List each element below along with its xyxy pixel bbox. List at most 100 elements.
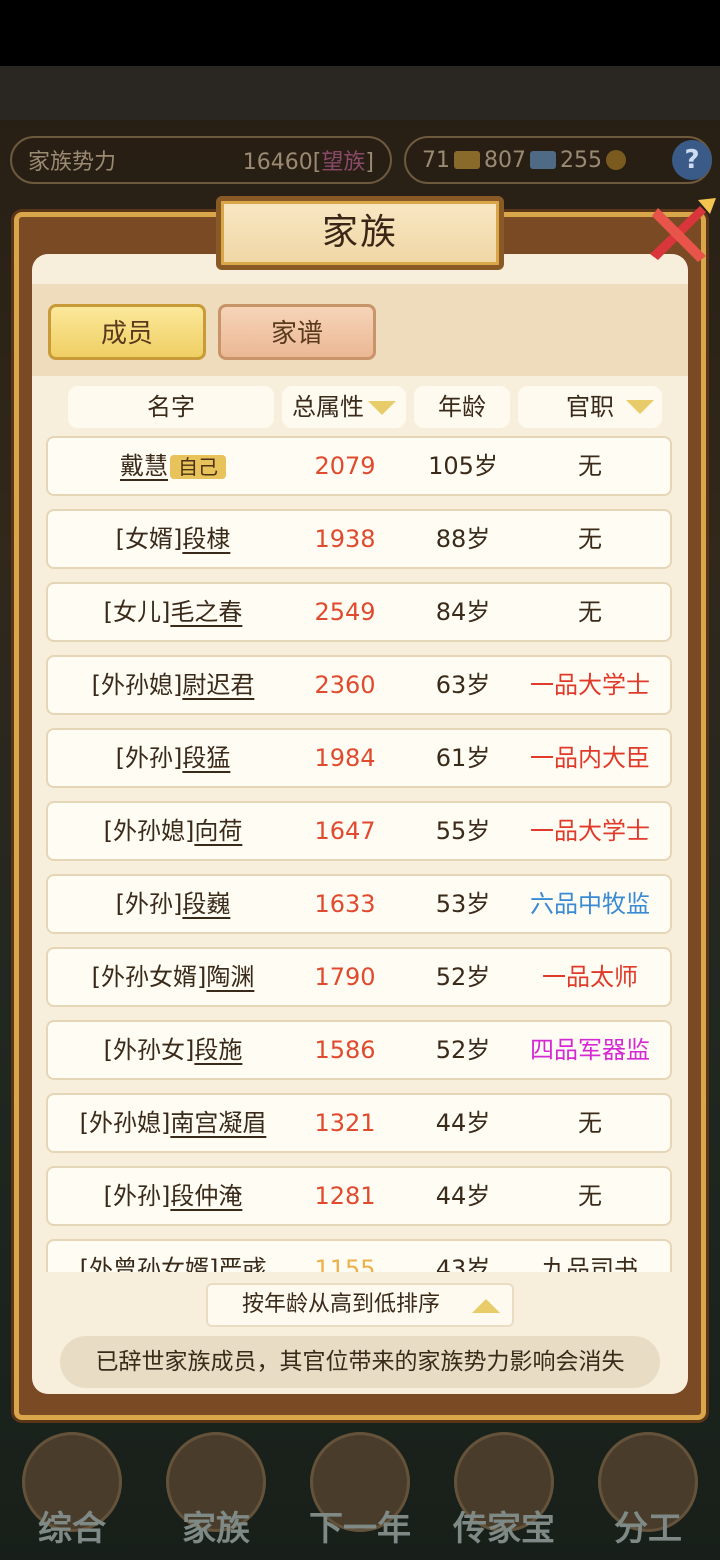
clan-power-value-group: 16460[望族] bbox=[243, 144, 374, 176]
gold-count: 71 bbox=[422, 147, 450, 173]
member-name-link[interactable]: 戴慧 bbox=[120, 452, 168, 480]
member-name-link[interactable]: 段仲淹 bbox=[170, 1182, 242, 1210]
member-total-attr: 1790 bbox=[314, 963, 376, 991]
app-top-bar bbox=[0, 66, 720, 120]
member-name-cell: [外孙]段猛 bbox=[48, 730, 298, 786]
member-relation: [外孙女] bbox=[103, 1036, 195, 1064]
member-name-cell: [外孙媳]尉迟君 bbox=[48, 657, 298, 713]
member-post: 九品司书 bbox=[542, 1255, 638, 1272]
member-post: 一品大学士 bbox=[530, 817, 650, 845]
member-name-link[interactable]: 段猛 bbox=[182, 744, 230, 772]
clan-rank-bracket-close: ] bbox=[365, 150, 374, 175]
member-post: 无 bbox=[578, 1109, 602, 1137]
member-post: 四品军器监 bbox=[530, 1036, 650, 1064]
nav-label: 下一年 bbox=[309, 1509, 411, 1549]
member-relation: [外曾孙女婿] bbox=[79, 1255, 219, 1272]
member-age: 53岁 bbox=[435, 890, 491, 918]
nav-heirloom[interactable]: 传家宝 bbox=[439, 1424, 569, 1554]
member-relation: [外孙女婿] bbox=[91, 963, 207, 991]
member-row[interactable]: [女儿]毛之春 2549 84岁 无 bbox=[46, 582, 672, 642]
member-post: 六品中牧监 bbox=[530, 890, 650, 918]
member-name-link[interactable]: 严彧 bbox=[218, 1255, 266, 1272]
member-age: 52岁 bbox=[435, 1036, 491, 1064]
member-name-link[interactable]: 毛之春 bbox=[170, 598, 242, 626]
member-row[interactable]: [外孙媳]向荷 1647 55岁 一品大学士 bbox=[46, 801, 672, 861]
clan-power-label: 家族势力 bbox=[28, 150, 117, 175]
member-age: 43岁 bbox=[435, 1255, 491, 1272]
nav-label: 家族 bbox=[182, 1509, 250, 1549]
member-row[interactable]: [外孙媳]尉迟君 2360 63岁 一品大学士 bbox=[46, 655, 672, 715]
member-row[interactable]: 戴慧 自己 2079 105岁 无 bbox=[46, 436, 672, 496]
member-post: 一品大学士 bbox=[530, 671, 650, 699]
nav-clan[interactable]: 家族 bbox=[151, 1424, 281, 1554]
member-post: 无 bbox=[578, 598, 602, 626]
self-badge: 自己 bbox=[170, 455, 226, 479]
member-post: 一品内大臣 bbox=[530, 744, 650, 772]
member-name-cell: [外孙]段巍 bbox=[48, 876, 298, 932]
member-total-attr: 1984 bbox=[314, 744, 376, 772]
member-age: 84岁 bbox=[435, 598, 491, 626]
gold-ingot-icon bbox=[454, 151, 480, 169]
sort-label: 按年龄从高到低排序 bbox=[242, 1292, 441, 1317]
member-total-attr: 1938 bbox=[314, 525, 376, 553]
member-total-attr: 2360 bbox=[314, 671, 376, 699]
clan-rank: 望族 bbox=[321, 150, 366, 175]
header-post[interactable]: 官职 bbox=[518, 386, 662, 428]
member-row[interactable]: [外曾孙女婿]严彧 1155 43岁 九品司书 bbox=[46, 1239, 672, 1272]
filter-down-icon bbox=[626, 400, 654, 414]
member-total-attr: 2549 bbox=[314, 598, 376, 626]
nav-next-year[interactable]: 下一年 bbox=[295, 1424, 425, 1554]
member-name-cell: [外孙媳]南宫凝眉 bbox=[48, 1095, 298, 1151]
member-row[interactable]: [外孙]段巍 1633 53岁 六品中牧监 bbox=[46, 874, 672, 934]
help-button[interactable]: ? bbox=[672, 140, 712, 180]
member-relation: [外孙] bbox=[103, 1182, 171, 1210]
nav-label: 分工 bbox=[614, 1509, 682, 1549]
nav-division[interactable]: 分工 bbox=[583, 1424, 713, 1554]
member-row[interactable]: [外孙]段仲淹 1281 44岁 无 bbox=[46, 1166, 672, 1226]
resource-bar: 71 807 255 bbox=[404, 136, 712, 184]
member-row[interactable]: [外孙女]段施 1586 52岁 四品军器监 bbox=[46, 1020, 672, 1080]
member-name-link[interactable]: 段棣 bbox=[182, 525, 230, 553]
member-relation: [外孙媳] bbox=[103, 817, 195, 845]
member-post: 一品太师 bbox=[542, 963, 638, 991]
member-total-attr: 1647 bbox=[314, 817, 376, 845]
member-relation: [女儿] bbox=[103, 598, 171, 626]
member-relation: [外孙] bbox=[115, 890, 183, 918]
member-total-attr: 1633 bbox=[314, 890, 376, 918]
member-name-link[interactable]: 尉迟君 bbox=[182, 671, 254, 699]
member-row[interactable]: [外孙女婿]陶渊 1790 52岁 一品太师 bbox=[46, 947, 672, 1007]
coin-icon bbox=[606, 150, 626, 170]
sort-toggle-button[interactable]: 按年龄从高到低排序 bbox=[206, 1283, 514, 1327]
member-name-cell: [外曾孙女婿]严彧 bbox=[48, 1241, 298, 1272]
coin-count: 255 bbox=[560, 147, 602, 173]
close-button[interactable] bbox=[640, 194, 718, 272]
member-row[interactable]: [女婿]段棣 1938 88岁 无 bbox=[46, 509, 672, 569]
member-post: 无 bbox=[578, 452, 602, 480]
member-name-cell: 戴慧 自己 bbox=[48, 438, 298, 494]
member-relation: [外孙媳] bbox=[79, 1109, 171, 1137]
member-name-link[interactable]: 段施 bbox=[194, 1036, 242, 1064]
member-post: 无 bbox=[578, 1182, 602, 1210]
sort-up-icon bbox=[472, 1299, 500, 1313]
tab-family-tree[interactable]: 家谱 bbox=[218, 304, 376, 360]
nav-label: 综合 bbox=[38, 1509, 106, 1549]
header-total-attr[interactable]: 总属性 bbox=[282, 386, 406, 428]
member-total-attr: 1281 bbox=[314, 1182, 376, 1210]
member-relation: [外孙] bbox=[115, 744, 183, 772]
member-name-link[interactable]: 陶渊 bbox=[206, 963, 254, 991]
member-total-attr: 1586 bbox=[314, 1036, 376, 1064]
member-total-attr: 2079 bbox=[314, 452, 376, 480]
member-name-link[interactable]: 向荷 bbox=[194, 817, 242, 845]
member-age: 55岁 bbox=[435, 817, 491, 845]
clan-power-value: 16460 bbox=[242, 150, 313, 175]
member-name-link[interactable]: 段巍 bbox=[182, 890, 230, 918]
nav-general[interactable]: 综合 bbox=[7, 1424, 137, 1554]
member-age: 61岁 bbox=[435, 744, 491, 772]
tab-members[interactable]: 成员 bbox=[48, 304, 206, 360]
member-row[interactable]: [外孙]段猛 1984 61岁 一品内大臣 bbox=[46, 728, 672, 788]
header-name: 名字 bbox=[68, 386, 274, 428]
member-name-link[interactable]: 南宫凝眉 bbox=[170, 1109, 266, 1137]
member-row[interactable]: [外孙媳]南宫凝眉 1321 44岁 无 bbox=[46, 1093, 672, 1153]
member-name-cell: [外孙女]段施 bbox=[48, 1022, 298, 1078]
member-list[interactable]: 戴慧 自己 2079 105岁无 [女婿]段棣 1938 88岁无 [女儿]毛之春 2549 84… bbox=[46, 436, 672, 1272]
